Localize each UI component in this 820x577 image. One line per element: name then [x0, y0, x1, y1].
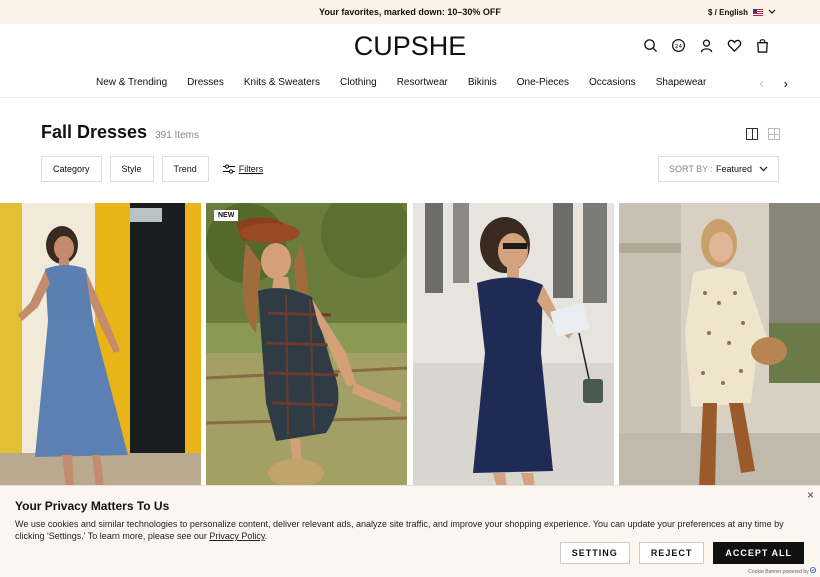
product-image[interactable]: [206, 203, 407, 488]
nav-item-occasions[interactable]: Occasions: [589, 77, 636, 88]
two-column-view-icon[interactable]: [746, 128, 758, 140]
nav-item-knits-sweaters[interactable]: Knits & Sweaters: [244, 77, 320, 88]
chevron-down-icon: [768, 8, 776, 17]
cookie-powered-text: Cookie Banner powered by: [748, 569, 809, 575]
product-grid: NEW: [0, 203, 820, 488]
privacy-policy-link[interactable]: Privacy Policy: [209, 531, 264, 541]
main-nav: New & Trending Dresses Knits & Sweaters …: [0, 68, 820, 98]
view-toggle: [746, 128, 780, 140]
nav-prev-arrow-icon[interactable]: ‹: [759, 76, 763, 91]
all-filters-button[interactable]: Filters: [222, 164, 264, 174]
account-icon[interactable]: [699, 38, 714, 53]
page-heading: Fall Dresses 391 Items: [41, 122, 199, 143]
cookie-text-end: .: [264, 531, 268, 541]
product-image[interactable]: [619, 203, 820, 488]
nav-item-bikinis[interactable]: Bikinis: [468, 77, 497, 88]
filters-label: Filters: [238, 164, 264, 174]
site-header: CUPSHE 24: [0, 24, 820, 68]
locale-selector[interactable]: $ / English: [708, 0, 776, 24]
nav-item-clothing[interactable]: Clothing: [340, 77, 377, 88]
wishlist-icon[interactable]: [727, 38, 742, 53]
nav-item-one-pieces[interactable]: One-Pieces: [517, 77, 569, 88]
shield-check-icon: [810, 567, 816, 573]
nav-item-dresses[interactable]: Dresses: [187, 77, 224, 88]
sliders-icon: [222, 164, 235, 174]
item-count: 391 Items: [155, 130, 199, 141]
nav-item-new-trending[interactable]: New & Trending: [96, 77, 167, 88]
product-card[interactable]: [619, 203, 820, 488]
new-badge: NEW: [214, 210, 239, 221]
filter-trend-button[interactable]: Trend: [161, 156, 209, 182]
header-icons: 24: [643, 38, 770, 53]
cookie-message: We use cookies and similar technologies …: [15, 518, 795, 542]
sort-value: Featured: [716, 164, 753, 174]
cookie-actions: SETTING REJECT ACCEPT ALL: [559, 542, 804, 564]
cookie-accept-all-button[interactable]: ACCEPT ALL: [713, 542, 804, 564]
product-card[interactable]: [0, 203, 201, 488]
nav-item-shapewear[interactable]: Shapewear: [656, 77, 707, 88]
chevron-down-icon: [759, 164, 768, 174]
promo-banner[interactable]: Your favorites, marked down: 10–30% OFF …: [0, 0, 820, 24]
product-card[interactable]: [413, 203, 614, 488]
search-icon[interactable]: [643, 38, 658, 53]
filter-category-button[interactable]: Category: [41, 156, 102, 182]
filter-bar: Category Style Trend Filters: [41, 156, 263, 182]
four-column-view-icon[interactable]: [768, 128, 780, 140]
cookie-text: We use cookies and similar technologies …: [15, 519, 784, 541]
product-card[interactable]: NEW: [206, 203, 407, 488]
nav-item-resortwear[interactable]: Resortwear: [397, 77, 448, 88]
sort-label: SORT BY :: [669, 164, 714, 174]
points-icon[interactable]: 24: [671, 38, 686, 53]
brand-logo[interactable]: CUPSHE: [354, 31, 467, 62]
cart-icon[interactable]: [755, 38, 770, 53]
cookie-setting-button[interactable]: SETTING: [559, 542, 630, 564]
cookie-title: Your Privacy Matters To Us: [15, 499, 170, 513]
us-flag-icon: [753, 8, 763, 16]
product-image[interactable]: [413, 203, 614, 488]
close-icon[interactable]: ×: [807, 488, 814, 502]
page-title: Fall Dresses: [41, 122, 148, 142]
cookie-reject-button[interactable]: REJECT: [638, 542, 705, 564]
svg-text:24: 24: [675, 44, 683, 50]
sort-dropdown[interactable]: SORT BY : Featured: [658, 156, 779, 182]
filter-style-button[interactable]: Style: [109, 156, 154, 182]
nav-next-arrow-icon[interactable]: ›: [784, 76, 788, 91]
locale-label: $ / English: [707, 7, 748, 17]
product-image[interactable]: [0, 203, 201, 488]
promo-text[interactable]: Your favorites, marked down: 10–30% OFF: [319, 7, 501, 17]
cookie-powered-by: Cookie Banner powered by: [748, 567, 816, 575]
cookie-banner: Your Privacy Matters To Us × We use cook…: [0, 485, 820, 577]
